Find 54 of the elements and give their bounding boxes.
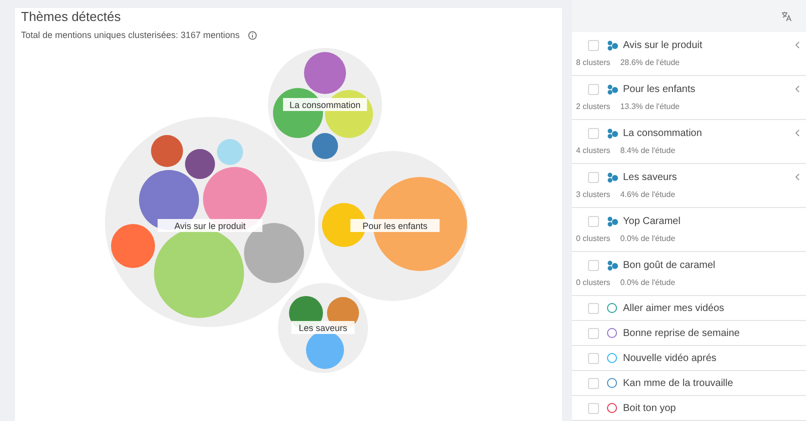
cluster-count: 0 clusters [576, 233, 610, 245]
chevron-icon[interactable] [795, 85, 800, 93]
cluster-icon [607, 128, 618, 138]
study-share: 0.0% de l'étude [620, 233, 676, 245]
topic-name[interactable]: Boit ton yop [623, 400, 676, 416]
theme-name[interactable]: Bon goût de caramel [623, 258, 716, 272]
study-share: 28.6% de l'étude [620, 57, 680, 69]
cluster-icon [607, 216, 618, 226]
bubble-label: Les saveurs [291, 321, 355, 334]
study-share: 4.6% de l'étude [620, 189, 676, 201]
cluster-bubble[interactable] [268, 48, 382, 162]
checkbox[interactable] [588, 172, 599, 182]
checkbox[interactable] [588, 328, 599, 338]
panel-subtitle: Total de mentions uniques clusterisées: 3167 mentions [21, 29, 240, 42]
checkbox[interactable] [588, 302, 599, 314]
topic-name[interactable]: Aller aimer mes vidéos [623, 300, 724, 316]
cluster-count: 2 clusters [576, 101, 610, 113]
theme-name[interactable]: Les saveurs [623, 170, 677, 184]
cluster-count: 8 clusters [576, 57, 610, 69]
theme-name[interactable]: Avis sur le produit [623, 38, 702, 52]
cluster-icon [607, 172, 618, 182]
info-icon[interactable] [248, 31, 257, 40]
cluster-count: 3 clusters [576, 189, 610, 201]
topic-name[interactable]: Nouvelle vidéo aprés [623, 350, 716, 366]
checkbox[interactable] [588, 128, 599, 138]
checkbox[interactable] [588, 216, 599, 226]
translate-icon[interactable] [781, 10, 792, 22]
checkbox[interactable] [588, 352, 599, 364]
chevron-icon[interactable] [795, 173, 800, 181]
topic-name[interactable]: Bonne reprise de semaine [623, 326, 740, 340]
bubble-label: Avis sur le produit [158, 219, 262, 232]
chevron-icon[interactable] [795, 41, 800, 49]
topic-name[interactable]: Kan mme de la trouvaille [623, 376, 734, 390]
cluster-icon [607, 84, 618, 94]
cluster-count: 4 clusters [576, 145, 610, 157]
panel-title: Thèmes détectés [21, 9, 122, 25]
cluster-icon [607, 40, 618, 50]
checkbox[interactable] [588, 84, 599, 94]
cluster-count: 0 clusters [576, 277, 610, 289]
checkbox[interactable] [588, 378, 599, 388]
chevron-icon[interactable] [795, 129, 800, 137]
theme-name[interactable]: Pour les enfants [623, 82, 696, 96]
study-share: 13.3% de l'étude [620, 101, 680, 113]
bubble-label: Pour les enfants [350, 219, 440, 232]
checkbox[interactable] [588, 40, 599, 50]
checkbox[interactable] [588, 260, 599, 270]
theme-name[interactable]: La consommation [623, 126, 702, 140]
study-share: 8.4% de l'étude [620, 145, 676, 157]
bubble-label: La consommation [283, 98, 367, 111]
theme-name[interactable]: Yop Caramel [623, 214, 680, 228]
cluster-bubble[interactable] [318, 151, 468, 301]
cluster-icon [607, 260, 618, 270]
study-share: 0.0% de l'étude [620, 277, 676, 289]
checkbox[interactable] [588, 402, 599, 414]
